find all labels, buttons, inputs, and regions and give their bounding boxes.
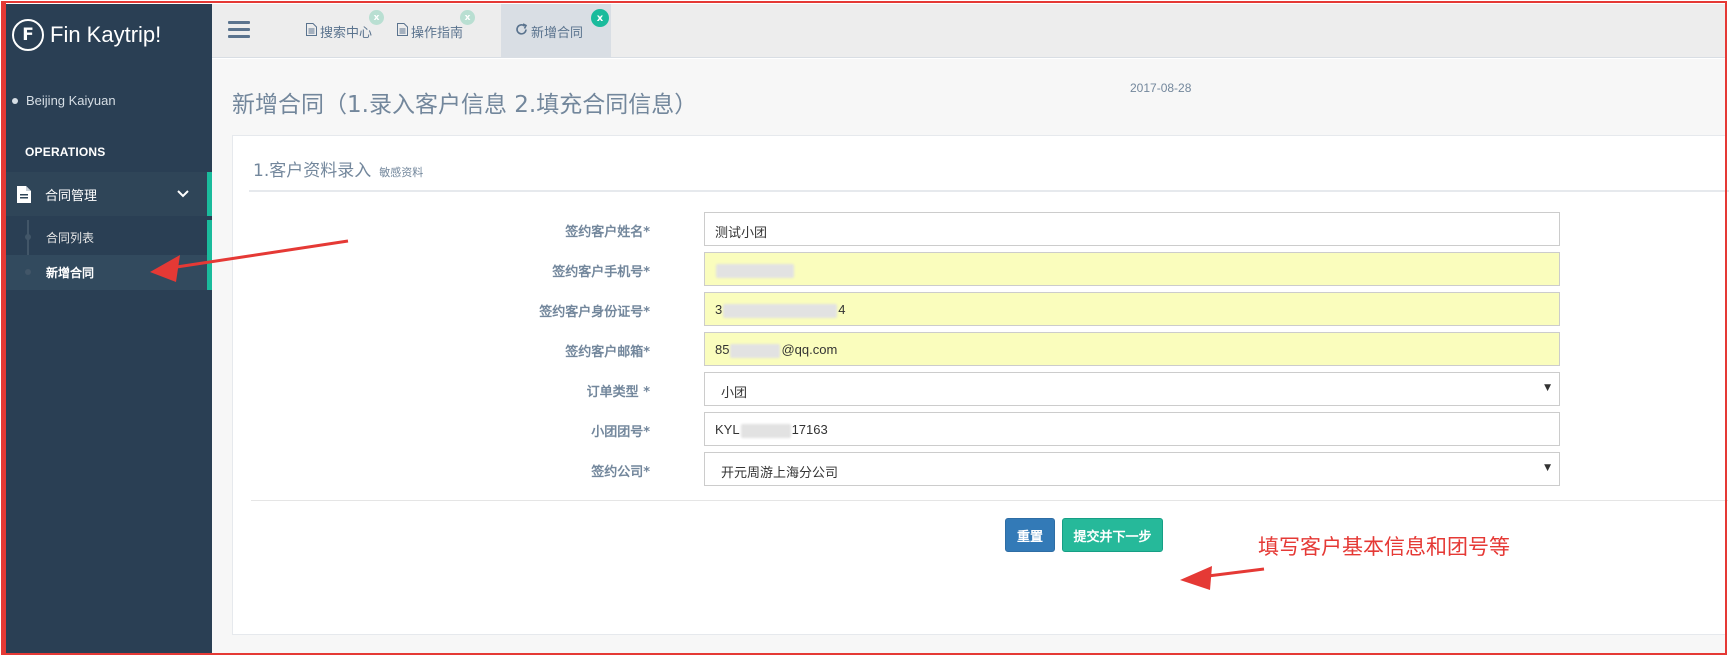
- panel-subtitle: 敏感资料: [379, 166, 424, 179]
- caret-down-icon: ▼: [1544, 383, 1551, 393]
- sidebar-section-title: OPERATIONS: [25, 145, 106, 159]
- group-number-input[interactable]: KYL 17163: [704, 412, 1560, 446]
- page-title: 新增合同（1.录入客户信息 2.填充合同信息）: [232, 92, 698, 118]
- sidebar-item-label: 合同列表: [46, 231, 95, 245]
- customer-email-input[interactable]: 85 @qq.com: [704, 332, 1560, 366]
- sidebar-item-label: 新增合同: [46, 266, 95, 280]
- sidebar-item-label: 合同管理: [45, 188, 98, 204]
- tab-guide[interactable]: 操作指南 x: [383, 4, 477, 58]
- value-suffix: @qq.com: [781, 342, 838, 357]
- location: Beijing Kaiyuan: [12, 93, 116, 108]
- select-value: 开元周游上海分公司: [721, 466, 839, 481]
- brand-name: Fin Kaytrip!: [50, 22, 162, 47]
- value-prefix: 85: [715, 342, 730, 357]
- document-icon: [397, 22, 408, 40]
- select-value: 小团: [721, 386, 748, 401]
- menu-toggle-icon[interactable]: [228, 21, 250, 39]
- value-suffix: 17163: [791, 422, 828, 437]
- value-prefix: 3: [715, 302, 723, 317]
- sidebar-item-contract-management[interactable]: 合同管理: [6, 172, 212, 216]
- redacted-value: [730, 343, 781, 358]
- document-icon: [306, 22, 317, 40]
- form-row-group-number: 小团团号* KYL 17163: [233, 412, 1728, 446]
- brand-logo-icon: F: [12, 19, 44, 51]
- file-icon: [17, 185, 31, 203]
- customer-name-input[interactable]: 测试小团: [704, 212, 1560, 246]
- value-prefix: KYL: [715, 422, 740, 437]
- submit-next-button[interactable]: 提交并下一步: [1062, 518, 1163, 552]
- customer-phone-input[interactable]: [704, 252, 1560, 286]
- divider: [249, 190, 1729, 192]
- tab-label: 操作指南: [411, 25, 464, 41]
- location-label: Beijing Kaiyuan: [26, 93, 116, 108]
- left-border-accent: [2, 2, 6, 654]
- sidebar: F Fin Kaytrip! Beijing Kaiyuan OPERATION…: [6, 4, 212, 655]
- annotation-text: 填写客户基本信息和团号等: [1258, 535, 1510, 559]
- bullet-icon: [25, 269, 31, 275]
- close-icon[interactable]: x: [591, 9, 609, 27]
- field-label: 签约客户手机号*: [552, 265, 650, 280]
- main-content: 新增合同（1.录入客户信息 2.填充合同信息） 2017-08-28 1.客户资…: [212, 59, 1729, 655]
- redacted-value: [723, 303, 838, 318]
- field-label: 签约公司*: [591, 465, 650, 480]
- tab-label: 新增合同: [531, 25, 584, 41]
- reset-button[interactable]: 重置: [1005, 518, 1055, 552]
- field-label: 小团团号*: [591, 425, 650, 440]
- sidebar-item-new-contract[interactable]: 新增合同: [6, 255, 207, 290]
- field-label: 签约客户姓名*: [565, 225, 650, 240]
- close-icon[interactable]: x: [460, 10, 476, 25]
- close-icon[interactable]: x: [369, 10, 385, 25]
- tab-new-contract[interactable]: 新增合同 x: [501, 4, 611, 58]
- form-row-customer-email: 签约客户邮箱* 85 @qq.com: [233, 332, 1728, 366]
- redacted-value: [716, 263, 794, 278]
- form-row-customer-name: 签约客户姓名* 测试小团: [233, 212, 1728, 246]
- caret-down-icon: ▼: [1544, 463, 1551, 473]
- company-select[interactable]: 开元周游上海分公司 ▼: [704, 452, 1560, 486]
- sidebar-submenu: 合同列表 新增合同: [6, 220, 212, 290]
- tab-search-center[interactable]: 搜索中心 x: [292, 4, 386, 58]
- top-navbar: 搜索中心 x 操作指南 x 新增合同 x: [212, 4, 1727, 58]
- bullet-icon: [25, 234, 31, 240]
- chevron-down-icon: [177, 187, 189, 201]
- form-row-customer-phone: 签约客户手机号*: [233, 252, 1728, 286]
- tab-label: 搜索中心: [320, 25, 373, 41]
- form-row-company: 签约公司* 开元周游上海分公司 ▼: [233, 452, 1728, 486]
- customer-id-input[interactable]: 34: [704, 292, 1560, 326]
- form-row-customer-id: 签约客户身份证号* 34: [233, 292, 1728, 326]
- refresh-icon: [515, 22, 528, 40]
- panel-title: 1.客户资料录入 敏感资料: [253, 156, 423, 181]
- page-date: 2017-08-28: [1130, 81, 1192, 95]
- brand[interactable]: F Fin Kaytrip!: [12, 14, 161, 56]
- divider: [251, 500, 1728, 501]
- sidebar-item-contract-list[interactable]: 合同列表: [6, 220, 207, 255]
- form-row-order-type: 订单类型 * 小团 ▼: [233, 372, 1728, 406]
- panel-title-text: 1.客户资料录入: [253, 161, 372, 181]
- value-suffix: 4: [838, 302, 846, 317]
- field-label: 签约客户邮箱*: [565, 345, 650, 360]
- map-pin-icon: [12, 97, 18, 104]
- field-label: 订单类型 *: [586, 385, 650, 400]
- redacted-value: [740, 423, 791, 438]
- order-type-select[interactable]: 小团 ▼: [704, 372, 1560, 406]
- field-label: 签约客户身份证号*: [539, 305, 650, 320]
